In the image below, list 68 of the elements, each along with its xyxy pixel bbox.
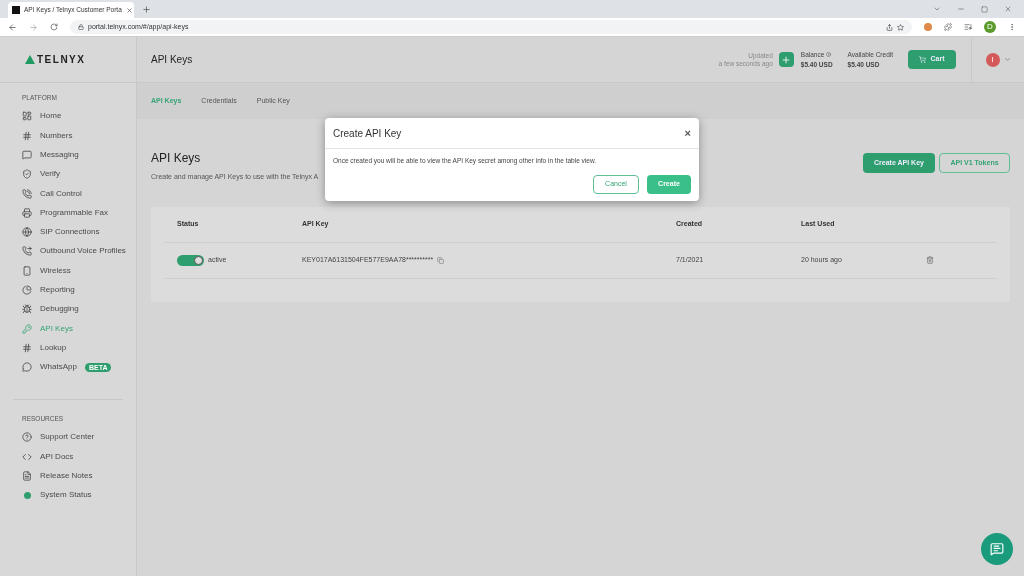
sidebar-item[interactable]: Home [22, 106, 134, 127]
caret-icon[interactable] [1003, 56, 1011, 63]
sidebar-item[interactable]: API Docs [22, 446, 123, 467]
phone-forward-icon [22, 246, 32, 257]
sidebar-item[interactable]: Debugging [22, 299, 134, 319]
sidebar-item[interactable]: Lookup [22, 338, 134, 358]
close-button[interactable]: × [684, 127, 691, 139]
sidebar-item[interactable]: Support Center [22, 427, 123, 447]
sidebar-item[interactable]: Wireless [22, 261, 134, 281]
printer-icon [22, 207, 32, 218]
minimize-icon[interactable] [957, 5, 965, 13]
site-icon [12, 6, 20, 14]
bug-icon [22, 304, 32, 315]
sidebar-item[interactable]: Messaging [22, 145, 134, 165]
profile-avatar[interactable]: D [984, 21, 996, 33]
sidebar-item[interactable]: Numbers [22, 126, 134, 146]
status-toggle[interactable] [177, 254, 204, 266]
chat-icon [990, 542, 1004, 556]
phone-icon [22, 188, 32, 199]
sidebar-item[interactable]: SIP Connections [22, 222, 134, 242]
sidebar-item[interactable]: System Status [22, 485, 123, 505]
document-icon [22, 470, 32, 481]
sidebar-item[interactable]: Call Control [22, 183, 134, 204]
trash-icon[interactable] [925, 256, 934, 264]
forward-icon[interactable] [29, 22, 38, 32]
close-icon[interactable] [1004, 5, 1012, 13]
restore-icon[interactable] [981, 5, 988, 13]
hash-icon [22, 130, 32, 141]
chat-button[interactable] [981, 533, 1013, 565]
pie-chart-icon [22, 285, 32, 296]
hash-icon [22, 342, 32, 353]
reload-icon[interactable] [50, 23, 58, 31]
back-icon[interactable] [8, 22, 17, 32]
key-icon [22, 323, 32, 334]
media-icon[interactable] [964, 23, 972, 31]
extension-icon[interactable] [924, 23, 932, 31]
menu-icon[interactable] [1008, 23, 1016, 31]
bookmark-icon[interactable] [897, 23, 904, 31]
globe-icon [22, 227, 32, 238]
sidebar-item[interactable]: Outbound Voice Profiles [22, 241, 134, 262]
chat-bubble-icon [22, 362, 32, 373]
help-icon [22, 432, 32, 443]
plus-icon [781, 54, 792, 65]
lock-icon [78, 24, 84, 30]
shield-icon [22, 169, 32, 180]
page-header-title: API Keys [151, 53, 193, 67]
copy-icon[interactable] [437, 256, 445, 264]
puzzle-icon[interactable] [944, 23, 952, 31]
code-icon [22, 451, 32, 462]
logo-icon [25, 55, 35, 64]
add-funds-button[interactable] [778, 52, 794, 67]
new-tab-icon[interactable] [142, 5, 151, 14]
sidebar-item[interactable]: Release Notes [22, 466, 123, 486]
share-icon[interactable] [886, 23, 893, 31]
info-icon[interactable] [826, 52, 832, 58]
cart-icon [919, 56, 927, 63]
page-title: API Keys [151, 150, 202, 167]
sidebar-item[interactable]: Programmable Fax [22, 203, 134, 223]
close-icon[interactable] [125, 6, 133, 14]
tab-search-icon[interactable] [933, 5, 941, 13]
logo[interactable]: TELNYX [25, 52, 86, 67]
sidebar-item[interactable]: Reporting [22, 280, 134, 300]
user-avatar[interactable]: I [985, 52, 1000, 67]
phone-device-icon [22, 265, 32, 276]
dashboard-icon [22, 111, 32, 122]
message-icon [22, 150, 32, 160]
sidebar-item[interactable]: Verify [22, 164, 134, 184]
dialog-title: Create API Key [333, 126, 402, 141]
